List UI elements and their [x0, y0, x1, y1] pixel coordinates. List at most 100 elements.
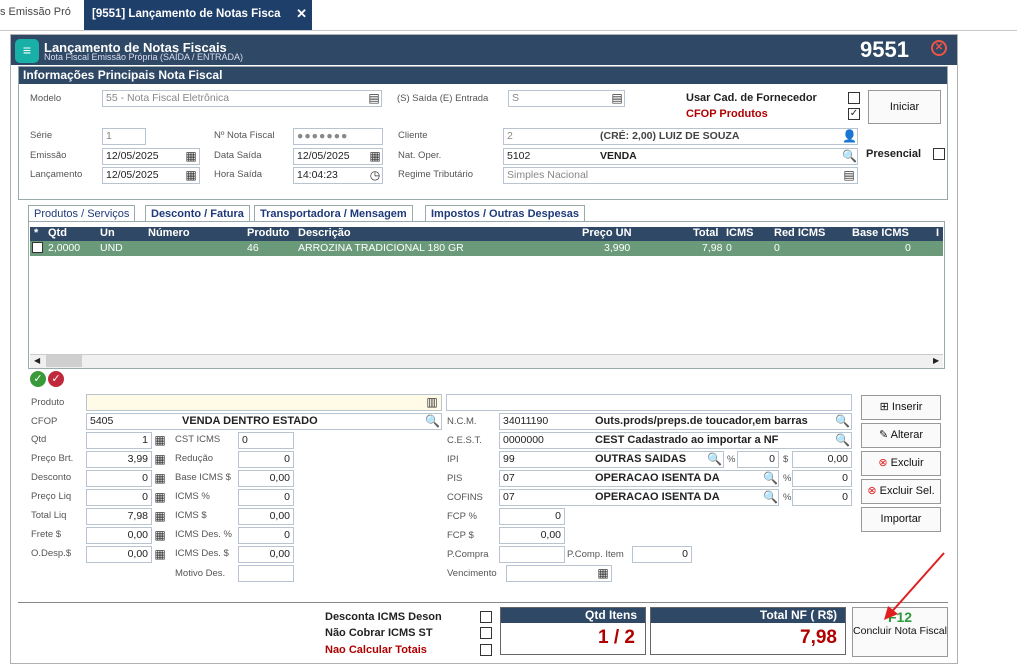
- icmsv-field[interactable]: 0,00: [238, 508, 294, 525]
- close-icon[interactable]: ✕: [296, 6, 307, 22]
- barcode-icon[interactable]: ▥: [425, 395, 439, 409]
- frete-field[interactable]: 0,00: [86, 527, 152, 544]
- presencial-checkbox[interactable]: [933, 148, 945, 160]
- calculator-icon[interactable]: ▦: [153, 471, 167, 485]
- pcompitem-field[interactable]: 0: [632, 546, 692, 563]
- search-icon[interactable]: 🔍: [842, 149, 857, 163]
- pcompra-field[interactable]: [499, 546, 565, 563]
- search-icon[interactable]: 🔍: [707, 452, 722, 466]
- calculator-icon[interactable]: ▦: [153, 547, 167, 561]
- cofins-field[interactable]: 07 OPERACAO ISENTA DA: [499, 489, 779, 506]
- cfop-field[interactable]: 5405 VENDA DENTRO ESTADO: [86, 413, 442, 430]
- scroll-right-icon[interactable]: ▶: [933, 356, 939, 365]
- ipi-pct-field[interactable]: 0: [737, 451, 779, 468]
- calculator-icon[interactable]: ▦: [153, 452, 167, 466]
- naocalc-checkbox[interactable]: [480, 644, 492, 656]
- user-icon[interactable]: 👤: [842, 129, 857, 143]
- tab-transportadora[interactable]: Transportadora / Mensagem: [254, 205, 413, 222]
- precobrt-field[interactable]: 3,99: [86, 451, 152, 468]
- precoliq-field[interactable]: 0: [86, 489, 152, 506]
- iniciar-button[interactable]: Iniciar: [868, 90, 941, 124]
- horizontal-scrollbar[interactable]: [30, 354, 943, 368]
- pis-pct-field[interactable]: 0: [792, 470, 852, 487]
- cfop-produtos-checkbox[interactable]: ✓: [848, 108, 860, 120]
- reducao-field[interactable]: 0: [238, 451, 294, 468]
- table-row[interactable]: 2,0000 UND 46 ARROZINA TRADICIONAL 180 G…: [30, 241, 943, 256]
- col-preco[interactable]: Preço UN: [582, 227, 632, 239]
- col-un[interactable]: Un: [100, 227, 115, 239]
- col-i[interactable]: I: [936, 227, 939, 239]
- calculator-icon[interactable]: ▦: [153, 490, 167, 504]
- tab-produtos[interactable]: Produtos / Serviços: [28, 205, 136, 222]
- search-icon[interactable]: 🔍: [763, 490, 778, 504]
- produto-desc-field[interactable]: [446, 394, 852, 411]
- icmsdesp-field[interactable]: 0: [238, 527, 294, 544]
- se-field[interactable]: S: [508, 90, 625, 107]
- icmsp-field[interactable]: 0: [238, 489, 294, 506]
- scroll-left-icon[interactable]: ◀: [34, 356, 40, 365]
- scroll-thumb[interactable]: [46, 355, 82, 367]
- col-redicms[interactable]: Red ICMS: [774, 227, 825, 239]
- clock-icon[interactable]: ◷: [368, 168, 382, 182]
- excluir-button[interactable]: ⊗ Excluir: [861, 451, 941, 476]
- fcpv-field[interactable]: 0,00: [499, 527, 565, 544]
- col-star[interactable]: *: [34, 227, 38, 239]
- col-qtd[interactable]: Qtd: [48, 227, 67, 239]
- totalliq-field[interactable]: 7,98: [86, 508, 152, 525]
- odesp-field[interactable]: 0,00: [86, 546, 152, 563]
- search-icon[interactable]: 🔍: [835, 433, 850, 447]
- modelo-field[interactable]: 55 - Nota Fiscal Eletrônica: [102, 90, 382, 107]
- cancel-icon[interactable]: ✓: [48, 371, 64, 387]
- col-baseicms[interactable]: Base ICMS: [852, 227, 909, 239]
- cliente-field[interactable]: 2 (CRÉ: 2,00) LUIZ DE SOUZA: [503, 128, 858, 145]
- search-icon[interactable]: 🔍: [835, 414, 850, 428]
- fcpp-field[interactable]: 0: [499, 508, 565, 525]
- confirm-icon[interactable]: ✓: [30, 371, 46, 387]
- cest-field[interactable]: 0000000 CEST Cadastrado ao importar a NF: [499, 432, 852, 449]
- regime-field[interactable]: Simples Nacional: [503, 167, 858, 184]
- desconto-field[interactable]: 0: [86, 470, 152, 487]
- deson-checkbox[interactable]: [480, 611, 492, 623]
- col-total[interactable]: Total: [693, 227, 718, 239]
- col-descricao[interactable]: Descrição: [298, 227, 351, 239]
- baseicms-field[interactable]: 0,00: [238, 470, 294, 487]
- excluir-sel-button[interactable]: ⊗ Excluir Sel.: [861, 479, 941, 504]
- calculator-icon[interactable]: ▦: [153, 509, 167, 523]
- nnota-field[interactable]: ●●●●●●●: [293, 128, 383, 145]
- naost-checkbox[interactable]: [480, 627, 492, 639]
- row-checkbox[interactable]: [32, 242, 43, 253]
- search-icon[interactable]: 🔍: [425, 414, 440, 428]
- clipboard-icon[interactable]: ▤: [842, 168, 856, 182]
- calendar-icon[interactable]: ▦: [184, 168, 198, 182]
- tab-impostos[interactable]: Impostos / Outras Despesas: [425, 205, 585, 222]
- close-window-icon[interactable]: ✕: [931, 40, 947, 56]
- motivo-field[interactable]: [238, 565, 294, 582]
- calendar-icon[interactable]: ▦: [184, 149, 198, 163]
- tab-emissao[interactable]: s Emissão Pró: [0, 6, 71, 26]
- col-numero[interactable]: Número: [148, 227, 190, 239]
- cst-field[interactable]: 0: [238, 432, 294, 449]
- tab-lancamento[interactable]: [9551] Lançamento de Notas Fisca ✕: [84, 0, 312, 30]
- ipi-val-field[interactable]: 0,00: [792, 451, 852, 468]
- col-produto[interactable]: Produto: [247, 227, 289, 239]
- clipboard-icon[interactable]: ▤: [367, 91, 381, 105]
- produto-field[interactable]: [86, 394, 442, 411]
- qtd-field[interactable]: 1: [86, 432, 152, 449]
- calculator-icon[interactable]: ▦: [153, 528, 167, 542]
- pis-field[interactable]: 07 OPERACAO ISENTA DA: [499, 470, 779, 487]
- clipboard-icon[interactable]: ▤: [610, 91, 624, 105]
- alterar-button[interactable]: ✎ Alterar: [861, 423, 941, 448]
- ncm-field[interactable]: 34011190 Outs.prods/preps.de toucador,em …: [499, 413, 852, 430]
- calendar-icon[interactable]: ▦: [596, 566, 610, 580]
- col-icms[interactable]: ICMS: [726, 227, 754, 239]
- inserir-button[interactable]: ⊞ Inserir: [861, 395, 941, 420]
- calculator-icon[interactable]: ▦: [153, 433, 167, 447]
- icmsdesv-field[interactable]: 0,00: [238, 546, 294, 563]
- importar-button[interactable]: Importar: [861, 507, 941, 532]
- usar-cad-checkbox[interactable]: [848, 92, 860, 104]
- serie-field[interactable]: 1: [102, 128, 146, 145]
- cofins-pct-field[interactable]: 0: [792, 489, 852, 506]
- calendar-icon[interactable]: ▦: [368, 149, 382, 163]
- tab-desconto[interactable]: Desconto / Fatura: [145, 205, 250, 222]
- search-icon[interactable]: 🔍: [763, 471, 778, 485]
